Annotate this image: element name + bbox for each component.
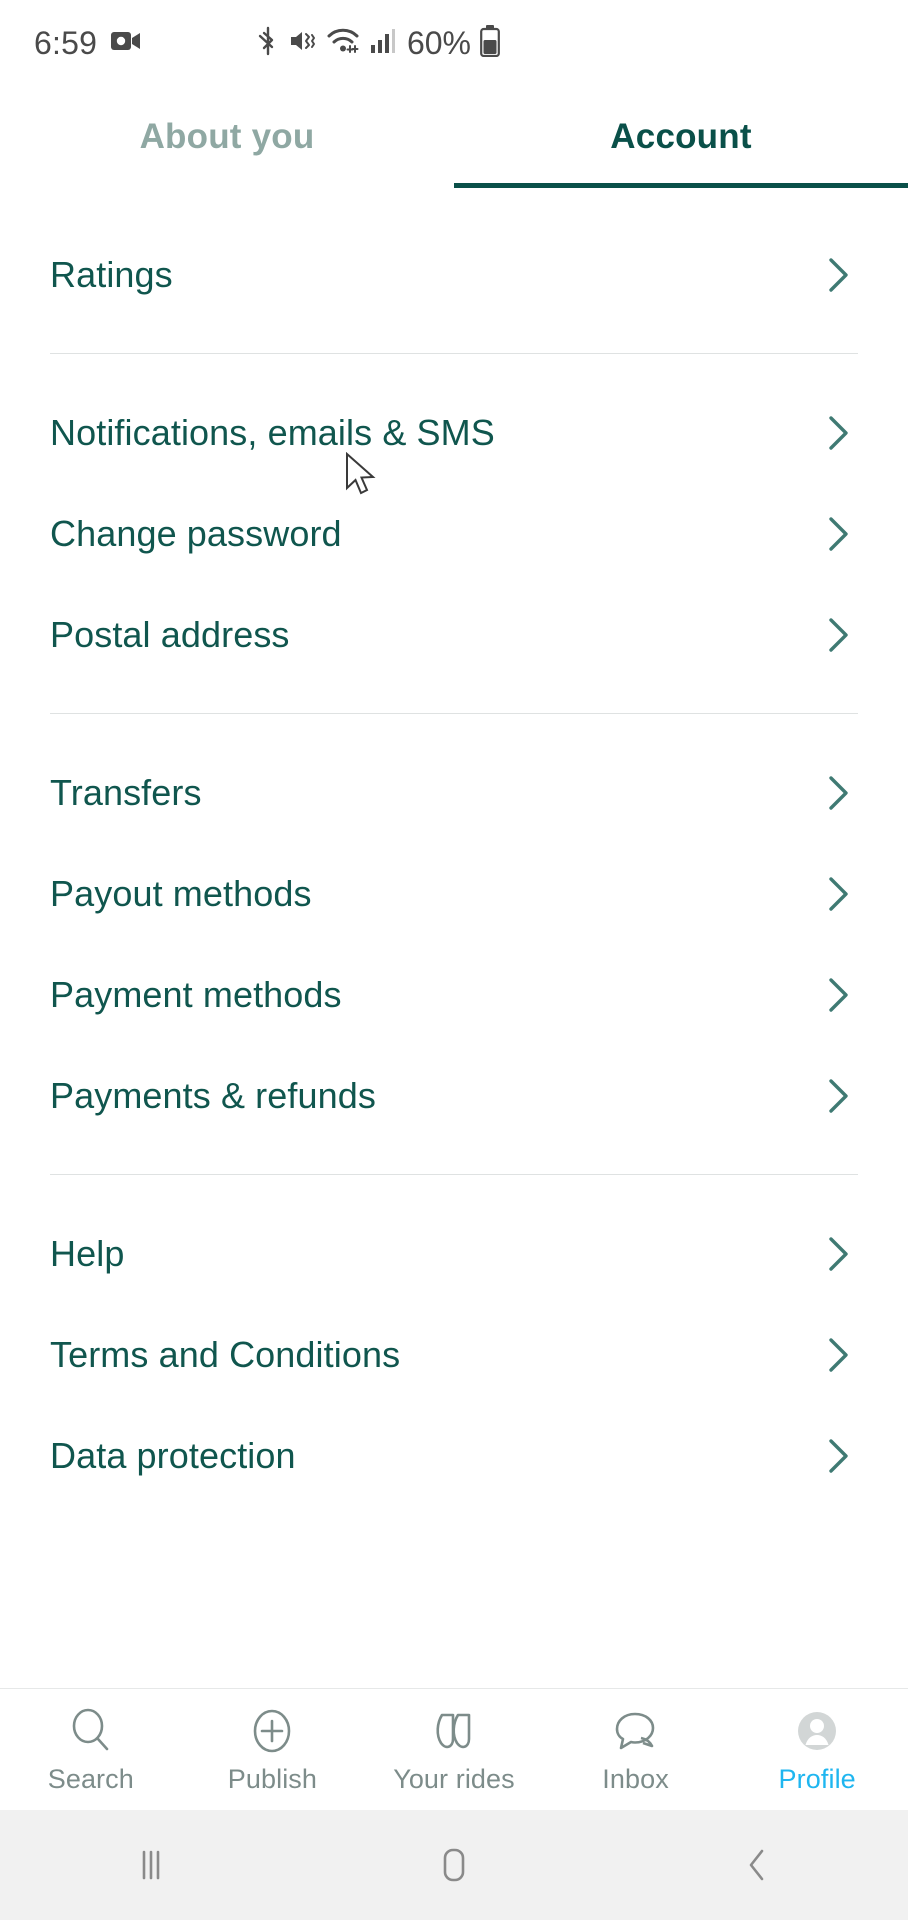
chevron-right-icon [826,1235,852,1273]
bottom-navigation-bar: Search Publish Your rides Inbox Profile [0,1688,908,1810]
menu-item-label: Notifications, emails & SMS [50,411,495,453]
nav-item-label: Your rides [393,1763,515,1794]
menu-item-data-protection[interactable]: Data protection [50,1405,858,1506]
nav-item-label: Profile [778,1763,856,1794]
account-settings-list: Ratings Notifications, emails & SMS Chan… [0,188,908,1688]
chevron-right-icon [826,1336,852,1374]
recents-icon [134,1846,168,1884]
settings-group-money: Transfers Payout methods Payment methods… [50,742,858,1146]
group-divider [50,713,858,714]
chevron-right-icon [826,774,852,812]
nav-item-label: Publish [227,1763,318,1794]
menu-item-label: Ratings [50,253,173,295]
menu-item-postal-address[interactable]: Postal address [50,584,858,685]
chevron-right-icon [826,414,852,452]
chevron-right-icon [826,1437,852,1475]
menu-item-change-password[interactable]: Change password [50,483,858,584]
status-bar: 6:59 60% [0,0,908,86]
battery-percent: 60% [406,24,471,61]
chevron-right-icon [826,616,852,654]
group-divider [50,1174,858,1175]
tab-account-label: Account [610,117,752,156]
chevron-right-icon [826,515,852,553]
settings-group-legal: Help Terms and Conditions Data protectio… [50,1203,858,1506]
menu-item-label: Transfers [50,771,202,813]
mute-vibrate-icon [288,26,318,61]
profile-tabs: About you Account [0,86,908,188]
settings-group-ratings: Ratings [50,224,858,325]
menu-item-payment-methods[interactable]: Payment methods [50,944,858,1045]
nav-item-publish[interactable]: Publish [182,1705,364,1795]
nav-item-your-rides[interactable]: Your rides [363,1705,545,1795]
menu-item-notifications-emails-sms[interactable]: Notifications, emails & SMS [50,382,858,483]
menu-item-payments-refunds[interactable]: Payments & refunds [50,1045,858,1146]
menu-item-terms-and-conditions[interactable]: Terms and Conditions [50,1304,858,1405]
menu-item-label: Payment methods [50,973,342,1015]
video-camera-icon [111,30,141,57]
menu-item-label: Help [50,1232,125,1274]
menu-item-payout-methods[interactable]: Payout methods [50,843,858,944]
wifi-icon [327,27,361,60]
cellular-signal-icon [370,28,396,59]
settings-group-personal: Notifications, emails & SMS Change passw… [50,382,858,685]
menu-item-label: Data protection [50,1434,296,1476]
chevron-right-icon [826,875,852,913]
status-time: 6:59 [34,24,98,61]
chat-bubbles-icon [610,1705,662,1757]
list-top-spacer [50,188,858,224]
back-icon [742,1845,772,1885]
nav-item-profile[interactable]: Profile [726,1705,908,1795]
nav-item-label: Search [47,1763,134,1794]
back-button[interactable] [605,1845,908,1885]
status-bar-left: 6:59 [34,25,141,62]
battery-icon [480,24,500,62]
app-screen: 6:59 60% About you Account Ratings Notif… [0,0,908,1920]
home-button[interactable] [303,1845,606,1885]
menu-item-ratings[interactable]: Ratings [50,224,858,325]
home-icon [436,1845,472,1885]
android-system-nav-bar [0,1810,908,1920]
group-divider [50,353,858,354]
menu-item-label: Payments & refunds [50,1074,376,1116]
bluetooth-icon [257,26,279,61]
recents-button[interactable] [0,1846,303,1884]
menu-item-label: Payout methods [50,872,312,914]
chevron-right-icon [826,976,852,1014]
nav-item-label: Inbox [602,1763,669,1794]
avatar-icon [791,1705,843,1757]
menu-item-label: Terms and Conditions [50,1333,401,1375]
menu-item-label: Postal address [50,613,290,655]
chevron-right-icon [826,256,852,294]
rides-icon [428,1705,480,1757]
nav-item-inbox[interactable]: Inbox [545,1705,727,1795]
chevron-right-icon [826,1077,852,1115]
plus-circle-icon [246,1705,298,1757]
menu-item-label: Change password [50,512,342,554]
tab-about-you-label: About you [139,117,315,156]
nav-item-search[interactable]: Search [0,1705,182,1795]
tab-account[interactable]: Account [454,86,908,188]
status-bar-right: 60% [257,24,874,62]
search-icon [65,1705,117,1757]
tab-about-you[interactable]: About you [0,86,454,188]
menu-item-help[interactable]: Help [50,1203,858,1304]
menu-item-transfers[interactable]: Transfers [50,742,858,843]
